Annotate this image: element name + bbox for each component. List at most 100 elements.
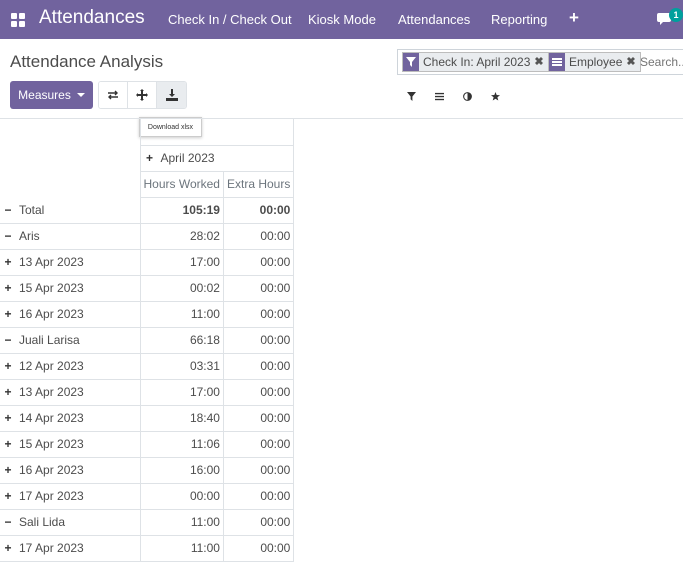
cell-extra-hours[interactable]: 00:00 <box>223 379 295 406</box>
cell-extra-hours[interactable]: 00:00 <box>223 483 295 510</box>
flip-axis-button[interactable] <box>99 82 128 108</box>
row-label: 16 Apr 2023 <box>19 307 84 321</box>
cell-extra-hours[interactable]: 00:00 <box>223 327 295 354</box>
cell-extra-hours[interactable]: 00:00 <box>223 431 295 458</box>
row-header[interactable]: +15 Apr 2023 <box>0 431 141 458</box>
expand-plus-icon: + <box>4 489 12 503</box>
row-header[interactable]: +17 Apr 2023 <box>0 483 141 510</box>
filters-toggle[interactable] <box>397 91 425 101</box>
pivot-row: +17 Apr 2023 11:00 00:00 <box>0 535 295 562</box>
row-label: 17 Apr 2023 <box>19 541 84 555</box>
row-header[interactable]: − Total <box>0 197 141 224</box>
cell-hours-worked[interactable]: 28:02 <box>140 223 224 250</box>
cell-extra-hours[interactable]: 00:00 <box>223 275 295 302</box>
collapse-minus-icon: − <box>4 202 12 217</box>
cell-hours-worked[interactable]: 17:00 <box>140 379 224 406</box>
comparison-toggle[interactable] <box>453 91 481 101</box>
search-bar[interactable]: Check In: April 2023 ✖ Employee ✖ <box>397 49 683 75</box>
pivot-header-total <box>140 119 295 146</box>
caret-down-icon <box>76 93 85 97</box>
menu-check-in-check-out[interactable]: Check In / Check Out <box>168 12 292 27</box>
pivot-row: +16 Apr 2023 11:00 00:00 <box>0 301 295 328</box>
row-header[interactable]: +14 Apr 2023 <box>0 405 141 432</box>
pivot-corner <box>0 145 141 171</box>
cell-extra-hours[interactable]: 00:00 <box>223 405 295 432</box>
row-header[interactable]: +15 Apr 2023 <box>0 275 141 302</box>
pivot-table: + April 2023 Hours Worked Extra Hours − To… <box>0 119 295 562</box>
pivot-row: +14 Apr 2023 18:40 00:00 <box>0 405 295 432</box>
search-input[interactable] <box>640 55 683 69</box>
expand-plus-icon: + <box>4 463 12 477</box>
measures-dropdown-button[interactable]: Measures <box>10 81 93 109</box>
expand-all-button[interactable] <box>128 82 157 108</box>
quick-create-plus-icon[interactable]: + <box>569 8 579 28</box>
menu-reporting[interactable]: Reporting <box>491 12 547 27</box>
row-header[interactable]: − Aris <box>0 223 141 250</box>
cell-extra-hours[interactable]: 00:00 <box>223 535 295 562</box>
pivot-row: +16 Apr 2023 16:00 00:00 <box>0 457 295 484</box>
cell-hours-worked[interactable]: 11:00 <box>140 509 224 536</box>
cell-hours-worked[interactable]: 11:00 <box>140 535 224 562</box>
row-header[interactable]: − Juali Larisa <box>0 327 141 354</box>
collapse-minus-icon: − <box>4 515 12 529</box>
app-title[interactable]: Attendances <box>39 7 145 29</box>
menu-attendances[interactable]: Attendances <box>398 12 470 27</box>
cell-extra-hours[interactable]: 00:00 <box>223 457 295 484</box>
cell-extra-hours[interactable]: 00:00 <box>223 353 295 380</box>
row-header[interactable]: +13 Apr 2023 <box>0 379 141 406</box>
exchange-icon <box>108 90 118 100</box>
row-header[interactable]: +16 Apr 2023 <box>0 301 141 328</box>
collapse-minus-icon: − <box>4 333 12 347</box>
download-icon <box>165 89 178 101</box>
expand-plus-icon: + <box>4 255 12 269</box>
row-header[interactable]: +16 Apr 2023 <box>0 457 141 484</box>
cell-hours-worked[interactable]: 105:19 <box>140 197 224 224</box>
facet-label: Check In: April 2023 <box>423 55 531 69</box>
pivot-corner <box>0 171 141 197</box>
expand-plus-icon: + <box>4 307 12 321</box>
pivot-row: +15 Apr 2023 00:02 00:00 <box>0 275 295 302</box>
cell-extra-hours[interactable]: 00:00 <box>223 249 295 276</box>
col-group-label: April 2023 <box>160 151 215 165</box>
cell-hours-worked[interactable]: 00:00 <box>140 483 224 510</box>
facet-remove-icon[interactable]: ✖ <box>534 53 547 71</box>
pivot-row: − Aris 28:02 00:00 <box>0 223 295 250</box>
group-by-toggle[interactable] <box>425 92 453 101</box>
favorites-toggle[interactable] <box>481 91 509 101</box>
row-label: 14 Apr 2023 <box>19 411 84 425</box>
adjust-icon <box>462 91 472 101</box>
pivot-col-header-april-2023[interactable]: + April 2023 <box>140 145 295 172</box>
menu-kiosk-mode[interactable]: Kiosk Mode <box>308 12 376 27</box>
pivot-row: +15 Apr 2023 11:06 00:00 <box>0 431 295 458</box>
cell-extra-hours[interactable]: 00:00 <box>223 223 295 250</box>
expand-plus-icon: + <box>4 411 12 425</box>
cell-hours-worked[interactable]: 66:18 <box>140 327 224 354</box>
measure-header-hours-worked[interactable]: Hours Worked <box>140 171 224 198</box>
search-panel-toggles <box>397 83 510 109</box>
cell-hours-worked[interactable]: 00:02 <box>140 275 224 302</box>
row-label: 16 Apr 2023 <box>19 463 84 477</box>
download-xlsx-button[interactable] <box>157 82 186 108</box>
measure-header-extra-hours[interactable]: Extra Hours <box>223 171 295 198</box>
row-header[interactable]: +13 Apr 2023 <box>0 249 141 276</box>
group-by-icon <box>549 53 565 71</box>
cell-hours-worked[interactable]: 17:00 <box>140 249 224 276</box>
filter-icon <box>406 91 416 101</box>
facet-remove-icon[interactable]: ✖ <box>626 53 639 71</box>
row-header[interactable]: +12 Apr 2023 <box>0 353 141 380</box>
row-label: 13 Apr 2023 <box>19 255 84 269</box>
row-header[interactable]: − Sali Lida <box>0 509 141 536</box>
cell-extra-hours[interactable]: 00:00 <box>223 197 295 224</box>
cell-hours-worked[interactable]: 18:40 <box>140 405 224 432</box>
cell-extra-hours[interactable]: 00:00 <box>223 301 295 328</box>
pivot-row: +13 Apr 2023 17:00 00:00 <box>0 379 295 406</box>
cell-hours-worked[interactable]: 03:31 <box>140 353 224 380</box>
cell-hours-worked[interactable]: 11:00 <box>140 301 224 328</box>
cell-extra-hours[interactable]: 00:00 <box>223 509 295 536</box>
apps-menu-icon[interactable] <box>11 13 25 27</box>
row-label: Juali Larisa <box>19 333 80 347</box>
cell-hours-worked[interactable]: 16:00 <box>140 457 224 484</box>
row-label: Aris <box>19 229 40 243</box>
row-header[interactable]: +17 Apr 2023 <box>0 535 141 562</box>
cell-hours-worked[interactable]: 11:06 <box>140 431 224 458</box>
